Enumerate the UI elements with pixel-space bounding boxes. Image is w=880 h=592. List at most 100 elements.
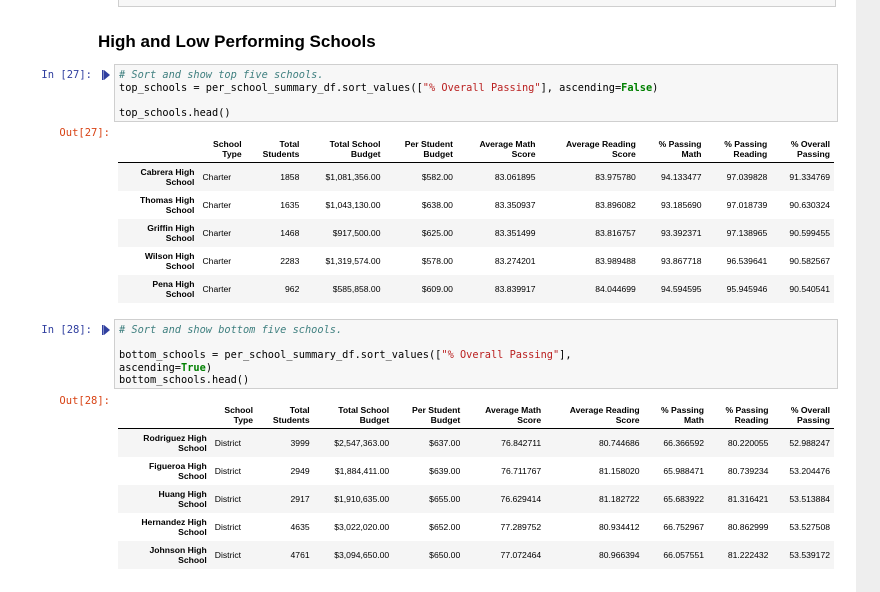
label-line: Total bbox=[279, 139, 300, 149]
code-keyword: True bbox=[181, 361, 206, 374]
label-line: Per Student bbox=[404, 139, 453, 149]
table-row: Johnson High School District 4761 $3,094,650… bbox=[118, 540, 834, 569]
run-cell-icon[interactable] bbox=[102, 325, 110, 335]
label-line: Huang High bbox=[158, 488, 207, 499]
label-line: Griffin High bbox=[147, 222, 195, 233]
table-cell: 2917 bbox=[290, 493, 310, 504]
column-header: Total School Budget bbox=[303, 139, 385, 163]
table-cell: 52.988247 bbox=[789, 437, 830, 448]
table-cell: 83.351499 bbox=[494, 227, 536, 238]
column-header: % Passing Math bbox=[639, 139, 706, 163]
table-row: Hernandez High School District 4635 $3,022,0… bbox=[118, 513, 834, 541]
table-cell: 80.744686 bbox=[598, 437, 640, 448]
label-line: Passing bbox=[797, 415, 830, 425]
label-line: School bbox=[178, 470, 207, 481]
table-cell: 90.599455 bbox=[789, 227, 830, 238]
label-line: % Passing bbox=[725, 405, 769, 415]
label-line: Reading bbox=[734, 415, 769, 425]
label-line: % Overall bbox=[790, 139, 830, 149]
label-line: Students bbox=[262, 149, 300, 159]
table-cell: 96.539641 bbox=[726, 255, 768, 266]
label-line: School bbox=[178, 442, 207, 453]
code-cell-27[interactable]: # Sort and show top five schools. top_sc… bbox=[114, 64, 838, 122]
table-cell: Charter bbox=[202, 255, 232, 266]
label-line: School bbox=[165, 232, 195, 243]
table-cell: 77.289752 bbox=[500, 521, 542, 532]
table-cell: $650.00 bbox=[429, 549, 461, 560]
table-cell: 80.220055 bbox=[727, 437, 769, 448]
label-line: Johnson High bbox=[149, 544, 207, 555]
column-header: % Overall Passing bbox=[771, 139, 834, 163]
table-cell: 93.392371 bbox=[660, 227, 702, 238]
label-line: % Passing bbox=[661, 405, 705, 415]
table-cell: 53.204476 bbox=[789, 465, 830, 476]
label-line: Average Reading bbox=[565, 139, 636, 149]
table-cell: 81.182722 bbox=[598, 493, 640, 504]
code-cell-28[interactable]: # Sort and show bottom five schools. bot… bbox=[114, 319, 838, 389]
table-cell: 93.185690 bbox=[660, 199, 702, 210]
row-index-label: Griffin High School bbox=[118, 219, 198, 247]
table-cell: District bbox=[214, 549, 242, 560]
row-index-label: Pena High School bbox=[118, 275, 198, 303]
table-cell: District bbox=[214, 493, 242, 504]
table-row: Huang High School District 2917 $1,910,635.0… bbox=[118, 484, 834, 513]
table-cell: 90.630324 bbox=[789, 199, 830, 210]
table-cell: 66.752967 bbox=[663, 521, 705, 532]
table-cell: 66.057551 bbox=[663, 549, 705, 560]
label-line: Budget bbox=[423, 149, 453, 159]
table-cell: $639.00 bbox=[429, 465, 461, 476]
notebook-area: High and Low Performing Schools In [27]:… bbox=[0, 0, 856, 592]
code-text: ascending= bbox=[119, 361, 181, 374]
table-cell: $1,081,356.00 bbox=[325, 171, 381, 182]
table-cell: 76.629414 bbox=[500, 493, 542, 504]
table-cell: 83.839917 bbox=[494, 283, 536, 294]
table-row: Griffin High School Charter 1468 $917,500.00… bbox=[118, 218, 834, 247]
run-cell-icon[interactable] bbox=[102, 70, 110, 80]
column-header: % Passing Reading bbox=[708, 405, 773, 429]
table-cell: $3,094,650.00 bbox=[334, 549, 390, 560]
table-cell: Charter bbox=[202, 199, 232, 210]
table-cell: 81.158020 bbox=[598, 465, 640, 476]
table-cell: 53.513884 bbox=[789, 493, 830, 504]
table-cell: 77.072464 bbox=[500, 549, 542, 560]
table-cell: 90.582567 bbox=[789, 255, 830, 266]
table-cell: 91.334769 bbox=[789, 171, 830, 182]
table-cell: 2949 bbox=[290, 465, 310, 476]
code-text: ) bbox=[205, 361, 213, 374]
label-line: Passing bbox=[797, 149, 830, 159]
table-cell: 76.842711 bbox=[501, 437, 542, 448]
label-line: Rodriguez High bbox=[143, 432, 207, 443]
table-cell: 83.350937 bbox=[494, 199, 536, 210]
column-header: Average Reading Score bbox=[545, 405, 644, 429]
table-cell: 1858 bbox=[280, 171, 300, 182]
table-cell: 4635 bbox=[290, 521, 310, 532]
input-prompt-27: In [27]: bbox=[41, 69, 92, 81]
table-cell: $1,319,574.00 bbox=[325, 255, 381, 266]
table-cell: 97.018739 bbox=[726, 199, 768, 210]
column-header: Total Students bbox=[245, 139, 304, 163]
label-line: % Overall bbox=[790, 405, 830, 415]
label-line: % Passing bbox=[724, 139, 768, 149]
column-header: Per Student Budget bbox=[393, 405, 465, 429]
label-line: School bbox=[178, 526, 207, 537]
table-row: Pena High School Charter 962 $585,858.00 $609… bbox=[118, 274, 834, 303]
table-cell: 93.867718 bbox=[660, 255, 702, 266]
table-cell: 94.133477 bbox=[660, 171, 702, 182]
label-line: Per Student bbox=[412, 405, 461, 415]
table-cell: 1635 bbox=[280, 199, 300, 210]
table-cell: 81.316421 bbox=[727, 493, 769, 504]
table-cell: 81.222432 bbox=[727, 549, 769, 560]
table-cell: 97.138965 bbox=[726, 227, 768, 238]
bottom-schools-table: School Type Total Students Total School Budge… bbox=[118, 405, 834, 569]
label-line: Score bbox=[511, 149, 536, 159]
label-line: Total School bbox=[329, 139, 381, 149]
label-line: Hernandez High bbox=[141, 516, 207, 527]
column-header: Average Reading Score bbox=[539, 139, 640, 163]
table-cell: District bbox=[214, 465, 242, 476]
label-line: School bbox=[165, 204, 195, 215]
table-cell: $637.00 bbox=[429, 437, 461, 448]
table-cell: 1468 bbox=[280, 227, 300, 238]
code-text: ) bbox=[652, 81, 659, 94]
table-cell: District bbox=[214, 521, 242, 532]
label-line: Thomas High bbox=[140, 194, 195, 205]
